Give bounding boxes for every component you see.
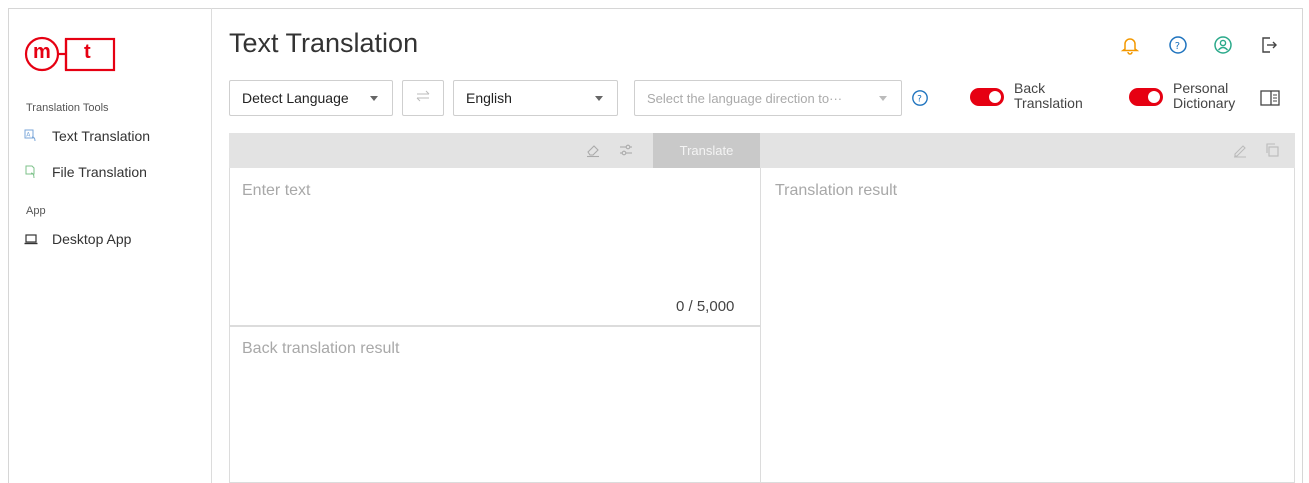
eraser-icon[interactable]	[584, 141, 602, 159]
account-icon[interactable]	[1212, 34, 1234, 56]
svg-text:A: A	[26, 132, 31, 139]
back-translation-pane: Back translation result	[229, 326, 761, 483]
sidebar-item-file-translation[interactable]: File Translation	[24, 161, 147, 183]
swap-icon	[414, 89, 432, 108]
target-language-value: English	[466, 90, 512, 106]
source-language-select[interactable]: Detect Language	[229, 80, 393, 116]
back-translation-label: Back Translation	[1014, 81, 1083, 111]
translate-button[interactable]: Translate	[653, 133, 760, 168]
sidebar: m t Translation Tools A Text Translation…	[8, 8, 212, 483]
bell-icon[interactable]	[1119, 34, 1141, 56]
settings-sliders-icon[interactable]	[617, 141, 635, 159]
chevron-down-icon	[879, 96, 887, 101]
back-translation-label-line1: Back	[1014, 80, 1046, 96]
logo-letter-t: t	[84, 41, 91, 63]
back-translation-toggle[interactable]	[970, 88, 1004, 106]
source-language-value: Detect Language	[242, 90, 349, 106]
character-counter: 0 / 5,000	[676, 298, 735, 315]
direction-help-icon[interactable]: ?	[910, 88, 930, 108]
translation-result-placeholder: Translation result	[775, 182, 898, 199]
chevron-down-icon	[595, 96, 603, 101]
personal-dictionary-toggle[interactable]	[1129, 88, 1163, 106]
logout-icon[interactable]	[1258, 34, 1280, 56]
sidebar-item-desktop-app[interactable]: Desktop App	[24, 228, 131, 250]
chevron-down-icon	[370, 96, 378, 101]
side-panel-icon[interactable]	[1259, 89, 1281, 107]
svg-text:?: ?	[917, 95, 922, 105]
svg-text:?: ?	[1175, 41, 1180, 52]
edit-icon[interactable]	[1231, 141, 1249, 159]
file-translate-icon	[24, 165, 38, 179]
back-translation-placeholder: Back translation result	[242, 340, 400, 357]
language-direction-placeholder: Select the language direction to···	[647, 90, 843, 106]
source-text-placeholder: Enter text	[242, 182, 311, 199]
page-title: Text Translation	[229, 28, 419, 58]
language-direction-select[interactable]: Select the language direction to···	[634, 80, 902, 116]
personal-dictionary-label: Personal Dictionary	[1173, 81, 1235, 111]
personal-dictionary-label-line1: Personal	[1173, 80, 1229, 96]
section-app: App	[26, 205, 46, 217]
personal-dictionary-label-line2: Dictionary	[1173, 95, 1236, 111]
text-translate-icon: A	[24, 129, 38, 143]
laptop-icon	[24, 232, 38, 246]
translation-result-pane[interactable]: Translation result	[760, 168, 1295, 483]
sidebar-item-label: Desktop App	[52, 231, 132, 247]
back-translation-label-line2: Translation	[1014, 95, 1083, 111]
sidebar-item-text-translation[interactable]: A Text Translation	[24, 125, 150, 147]
sidebar-item-label: Text Translation	[52, 128, 151, 144]
sidebar-item-label: File Translation	[52, 164, 147, 180]
help-icon[interactable]: ?	[1167, 34, 1189, 56]
section-translation-tools: Translation Tools	[26, 102, 109, 114]
target-language-select[interactable]: English	[453, 80, 618, 116]
swap-languages-button[interactable]	[402, 80, 444, 116]
output-toolbar	[760, 133, 1295, 168]
logo[interactable]: m t	[22, 32, 122, 76]
logo-letter-m: m	[33, 41, 51, 63]
copy-icon[interactable]	[1263, 141, 1281, 159]
